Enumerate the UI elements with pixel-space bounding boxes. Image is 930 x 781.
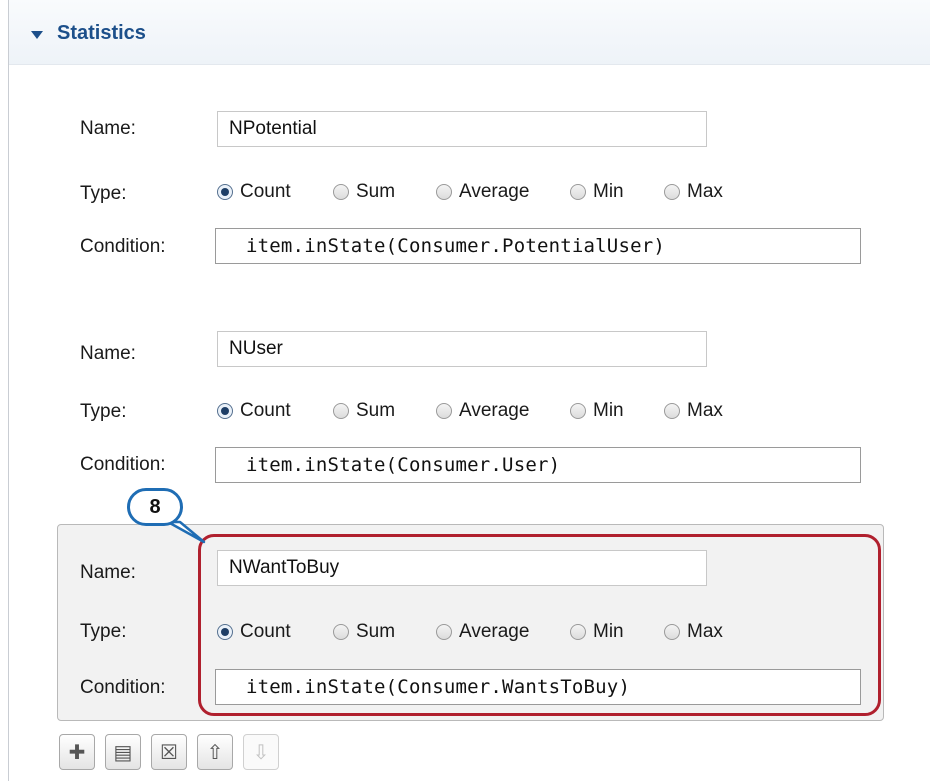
delete-icon: ☒ [160,741,178,764]
add-button[interactable]: ✚ [59,734,95,770]
step-callout-badge: 8 [127,488,183,526]
move-down-button[interactable]: ⇩ [243,734,279,770]
move-down-icon: ⇩ [252,741,270,764]
callout-pointer [166,520,206,544]
move-up-icon: ⇧ [206,741,224,764]
move-up-button[interactable]: ⇧ [197,734,233,770]
delete-button[interactable]: ☒ [151,734,187,770]
copy-button[interactable]: ▤ [105,734,141,770]
add-icon: ✚ [68,741,86,764]
copy-icon: ▤ [113,741,133,764]
